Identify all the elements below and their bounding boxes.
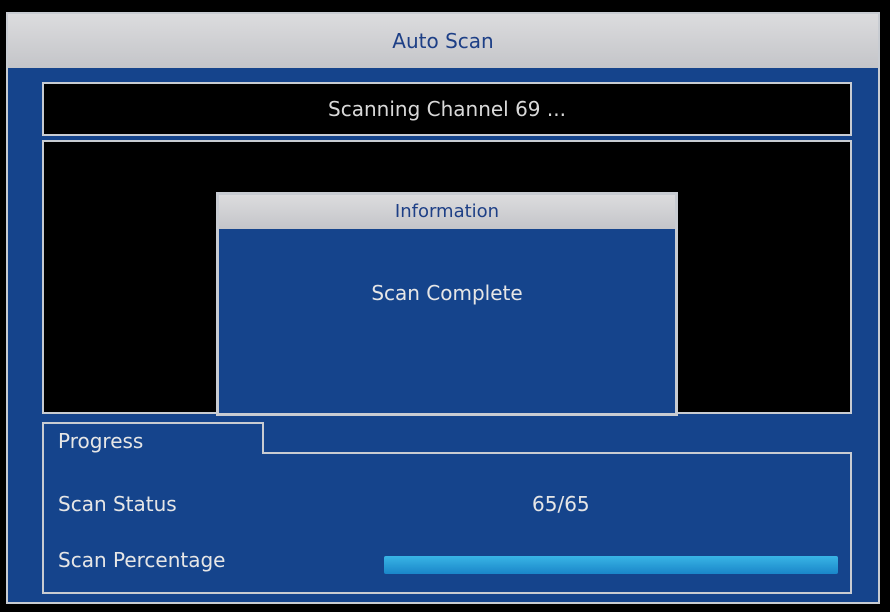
scan-status-value: 65/65 (532, 492, 590, 516)
scan-status-bar: Scanning Channel 69 ... (42, 82, 852, 136)
scan-status-label: Scan Status (58, 492, 177, 516)
window-title: Auto Scan (8, 14, 878, 68)
scan-complete-message: Scan Complete (371, 281, 523, 305)
information-dialog-title: Information (219, 195, 675, 229)
progress-panel: Progress Scan Status 65/65 Scan Percenta… (42, 422, 852, 594)
tv-screen: Auto Scan Scanning Channel 69 ... Progre… (0, 0, 890, 612)
information-dialog[interactable]: Information Scan Complete (216, 192, 678, 416)
scan-percentage-label: Scan Percentage (58, 548, 226, 572)
scan-progress-bar (384, 556, 838, 574)
progress-tab: Progress (42, 422, 264, 454)
scan-progress-fill (384, 556, 838, 574)
auto-scan-window: Auto Scan Scanning Channel 69 ... Progre… (6, 12, 880, 604)
